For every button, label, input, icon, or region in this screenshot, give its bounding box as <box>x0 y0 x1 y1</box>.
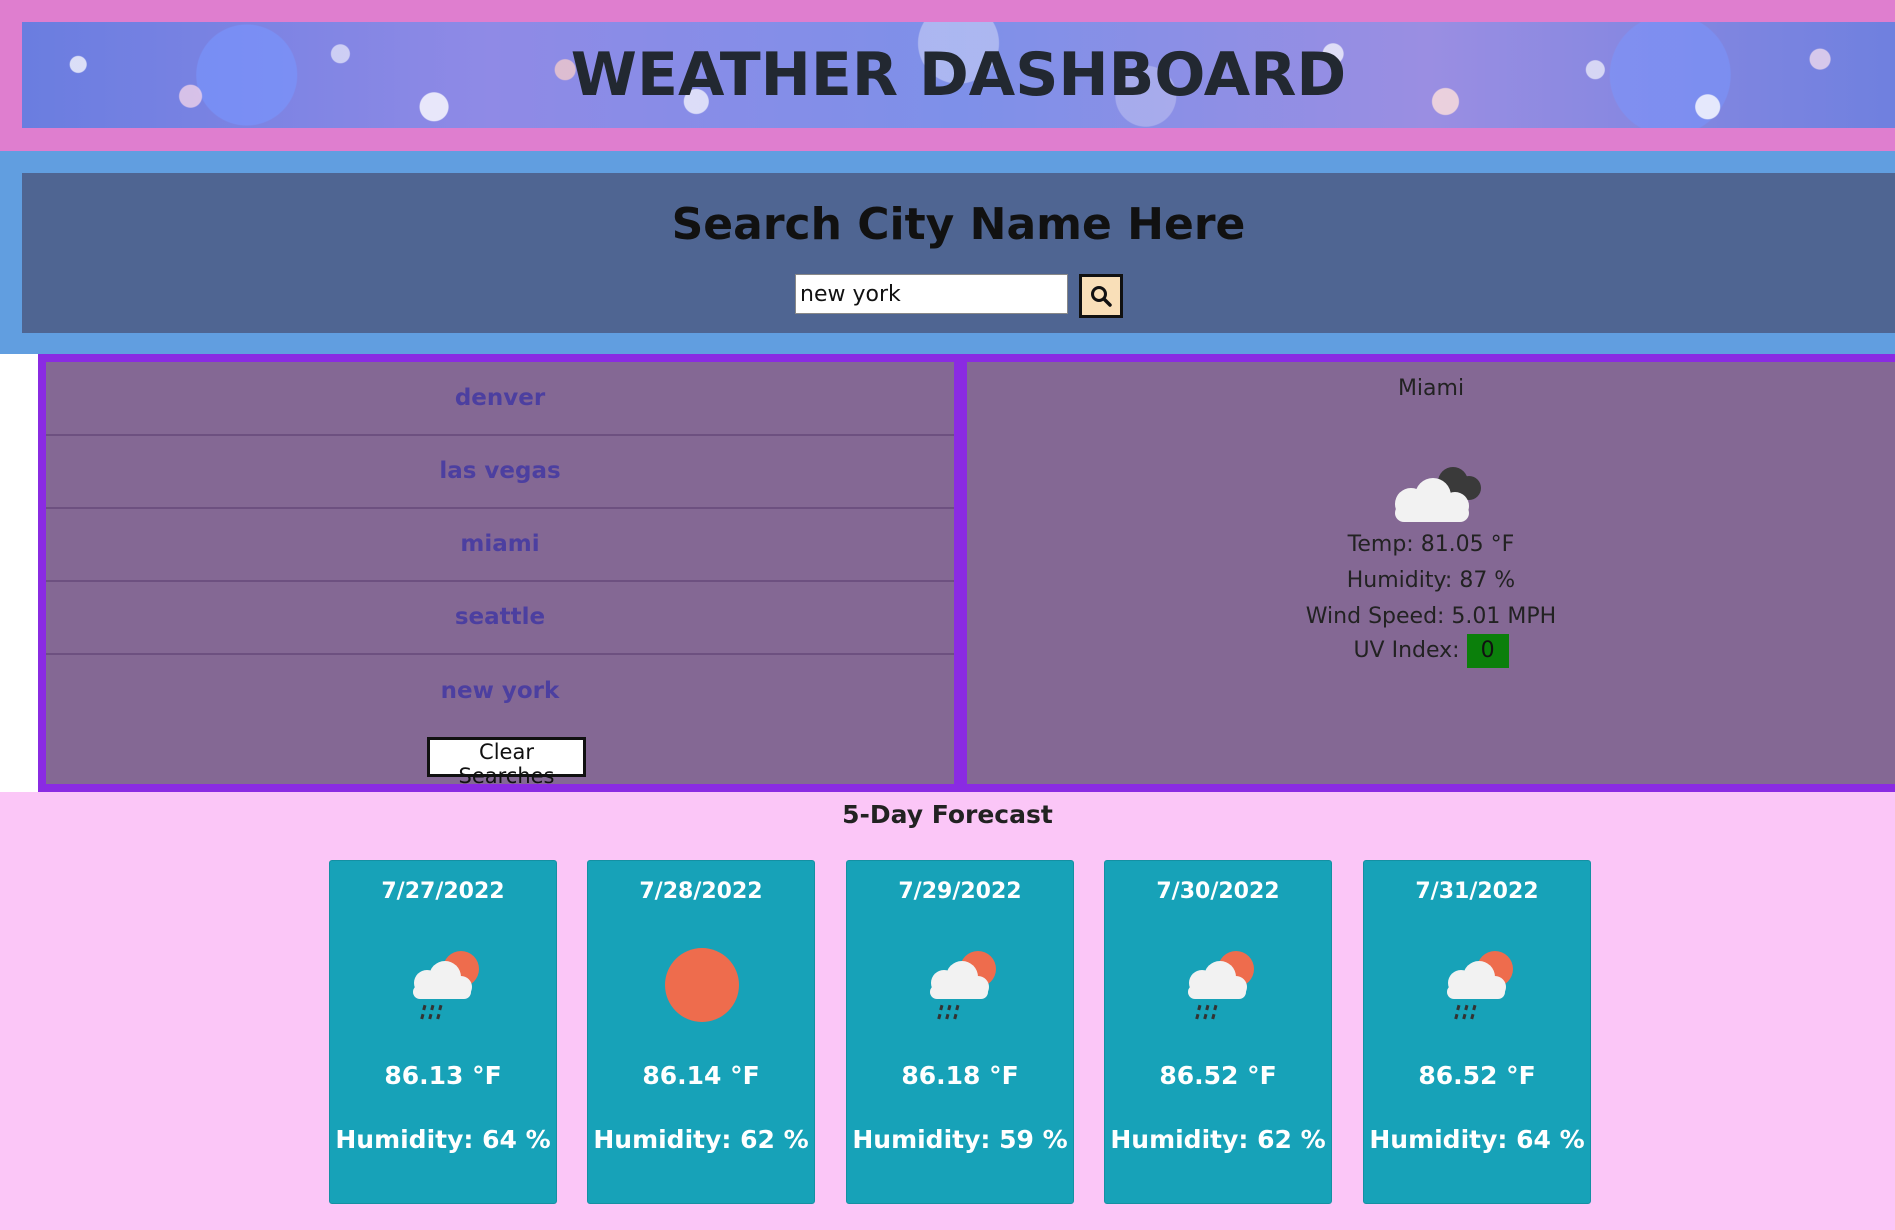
uv-label: UV Index: <box>1353 638 1460 663</box>
rain-sun-icon <box>1447 951 1513 1020</box>
history-item-seattle[interactable]: seattle <box>46 581 954 655</box>
forecast-card: 7/30/2022 86.52 °F Humidity: 62 % <box>1104 860 1332 1204</box>
forecast-date: 7/27/2022 <box>381 879 505 904</box>
search-icon <box>1091 286 1112 307</box>
clear-searches-button[interactable]: Clear Searches <box>427 737 586 788</box>
search-input[interactable] <box>795 274 1068 314</box>
forecast-card: 7/31/2022 86.52 °F Humidity: 64 % <box>1363 860 1591 1204</box>
sun-icon <box>665 948 739 1022</box>
forecast-humidity: Humidity: 64 % <box>1369 1125 1585 1154</box>
current-wind: Wind Speed: 5.01 MPH <box>1305 604 1557 629</box>
rain-sun-icon <box>930 951 996 1020</box>
forecast-temp: 86.13 °F <box>384 1061 502 1090</box>
current-uv: UV Index: 0 <box>967 634 1895 668</box>
forecast-humidity: Humidity: 62 % <box>1110 1125 1326 1154</box>
forecast-card: 7/28/2022 86.14 °F Humidity: 62 % <box>587 860 815 1204</box>
header-banner: WEATHER DASHBOARD <box>22 22 1895 128</box>
forecast-temp: 86.18 °F <box>901 1061 1019 1090</box>
current-humidity: Humidity: 87 % <box>1346 568 1516 593</box>
search-button[interactable] <box>1079 274 1123 318</box>
forecast-temp: 86.14 °F <box>642 1061 760 1090</box>
header-band: WEATHER DASHBOARD <box>0 0 1895 151</box>
current-weather: Miami Temp: 81.05 °F Humidity: 87 % Wind… <box>967 362 1895 784</box>
forecast-humidity: Humidity: 64 % <box>335 1125 551 1154</box>
forecast-date: 7/28/2022 <box>639 879 763 904</box>
uv-badge: 0 <box>1466 634 1509 668</box>
current-city: Miami <box>1397 376 1465 401</box>
search-section: Search City Name Here <box>0 151 1895 354</box>
search-history: denver las vegas miami seattle new york … <box>46 362 954 788</box>
cloudy-icon <box>1395 467 1481 522</box>
rain-sun-icon <box>413 951 479 1020</box>
history-item-new-york[interactable]: new york <box>46 655 954 727</box>
history-item-las-vegas[interactable]: las vegas <box>46 435 954 509</box>
forecast-humidity: Humidity: 59 % <box>852 1125 1068 1154</box>
forecast-date: 7/31/2022 <box>1415 879 1539 904</box>
history-item-denver[interactable]: denver <box>46 362 954 436</box>
page-title: WEATHER DASHBOARD <box>570 40 1347 110</box>
search-panel: Search City Name Here <box>22 173 1895 333</box>
forecast-section: 5-Day Forecast 7/27/2022 86.13 °F Humidi… <box>0 792 1895 1230</box>
main-content: denver las vegas miami seattle new york … <box>38 354 1895 792</box>
current-temp: Temp: 81.05 °F <box>1347 532 1515 557</box>
forecast-date: 7/29/2022 <box>898 879 1022 904</box>
forecast-card: 7/27/2022 86.13 °F Humidity: 64 % <box>329 860 557 1204</box>
forecast-card: 7/29/2022 86.18 °F Humidity: 59 % <box>846 860 1074 1204</box>
rain-sun-icon <box>1188 951 1254 1020</box>
forecast-title: 5-Day Forecast <box>842 800 1053 829</box>
history-item-miami[interactable]: miami <box>46 508 954 582</box>
forecast-humidity: Humidity: 62 % <box>593 1125 809 1154</box>
forecast-temp: 86.52 °F <box>1418 1061 1536 1090</box>
forecast-date: 7/30/2022 <box>1156 879 1280 904</box>
search-heading: Search City Name Here <box>671 199 1246 250</box>
forecast-temp: 86.52 °F <box>1159 1061 1277 1090</box>
